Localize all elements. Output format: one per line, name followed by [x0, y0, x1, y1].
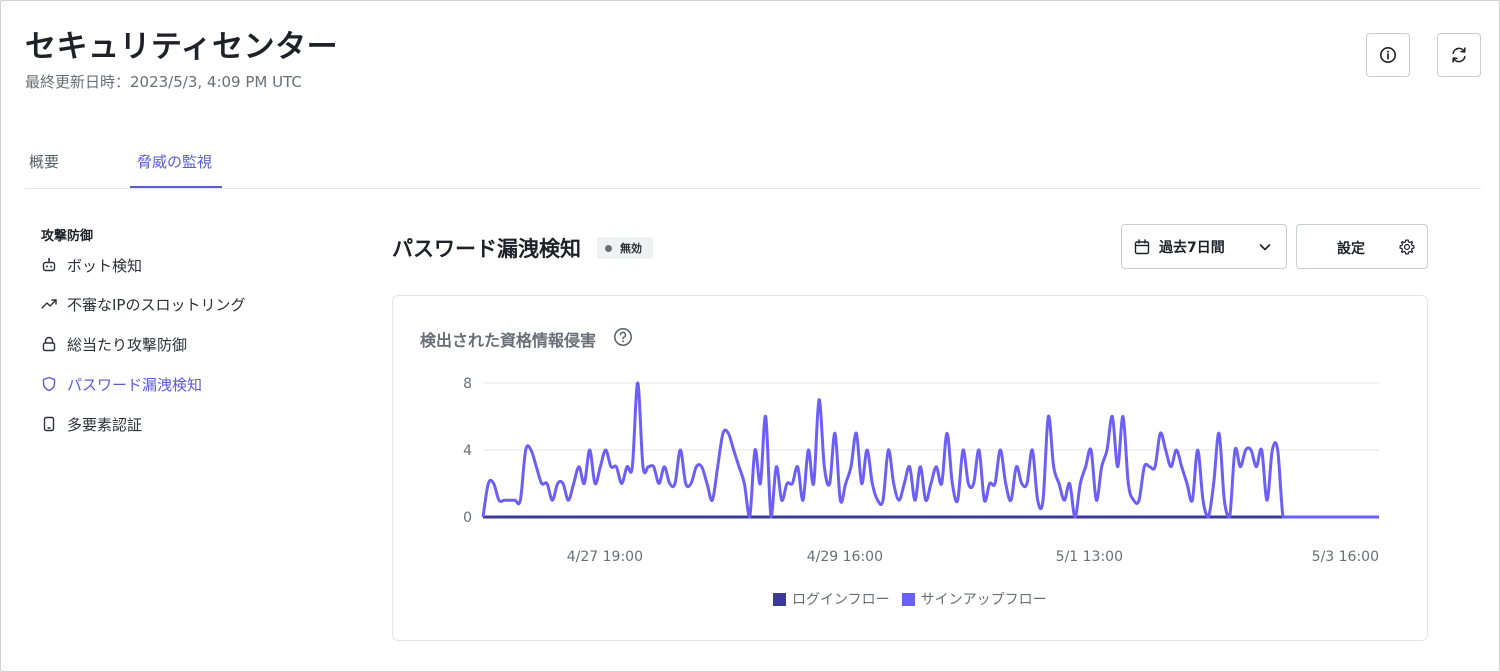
- sidebar-item-breached-password[interactable]: パスワード漏洩検知: [41, 373, 202, 395]
- x-tick-label: 5/1 13:00: [1056, 549, 1123, 565]
- legend-swatch-signup: [901, 592, 915, 606]
- status-badge: 無効: [597, 237, 653, 259]
- lock-icon: [42, 336, 56, 352]
- phone-icon: [43, 416, 55, 432]
- legend-item-signup[interactable]: サインアップフロー: [901, 589, 1047, 609]
- tab-threat-monitoring[interactable]: 脅威の監視: [137, 151, 212, 172]
- sidebar-item-label: パスワード漏洩検知: [67, 375, 203, 394]
- info-icon: [1380, 47, 1396, 63]
- sidebar-item-label: 多要素認証: [67, 415, 143, 434]
- last-updated-text: 最終更新日時：2023/5/3, 4:09 PM UTC: [25, 73, 302, 91]
- y-tick-label: 0: [463, 510, 472, 526]
- chevron-down-icon: [1259, 243, 1271, 250]
- y-tick-label: 4: [463, 443, 472, 459]
- tab-bar: 概要 脅威の監視: [25, 141, 1481, 189]
- refresh-button[interactable]: [1437, 33, 1481, 77]
- legend-label-login: ログインフロー: [792, 592, 890, 608]
- sidebar-item-label: 不審なIPのスロットリング: [67, 295, 246, 314]
- sidebar-item-brute-force[interactable]: 総当たり攻撃防御: [41, 333, 187, 355]
- status-text: 無効: [620, 242, 642, 255]
- chart-legend: ログインフロー サインアップフロー: [773, 589, 1059, 609]
- sidebar-item-label: 総当たり攻撃防御: [67, 335, 188, 354]
- sidebar-item-bot-detection[interactable]: ボット検知: [41, 254, 142, 276]
- legend-item-login[interactable]: ログインフロー: [773, 589, 890, 609]
- x-tick-label: 5/3 16:00: [1312, 549, 1379, 565]
- calendar-icon: [1134, 238, 1150, 254]
- settings-button[interactable]: 設定: [1296, 224, 1428, 269]
- date-range-select[interactable]: 過去7日間: [1121, 224, 1287, 269]
- sidebar-heading: 攻撃防御: [41, 229, 94, 244]
- chart-card: 検出された資格情報侵害 0 4 8 4/27 19:00 4/29 16:00 5/1 1…: [392, 295, 1428, 641]
- info-button[interactable]: [1366, 33, 1410, 77]
- section-title: パスワード漏洩検知: [392, 237, 581, 261]
- tab-overview[interactable]: 概要: [29, 151, 59, 172]
- settings-button-label: 設定: [1337, 241, 1365, 257]
- active-tab-indicator: [130, 186, 222, 188]
- status-dot: [605, 244, 612, 252]
- x-tick-label: 4/29 16:00: [807, 549, 883, 565]
- x-tick-label: 4/27 19:00: [567, 549, 643, 565]
- sidebar-item-label: ボット検知: [67, 256, 143, 275]
- sidebar-item-mfa[interactable]: 多要素認証: [41, 413, 142, 435]
- refresh-icon: [1452, 47, 1466, 63]
- app-window: セキュリティセンター 最終更新日時：2023/5/3, 4:09 PM UTC …: [0, 0, 1500, 672]
- legend-swatch-login: [773, 592, 786, 606]
- gear-icon: [1399, 239, 1415, 255]
- legend-label-signup: サインアップフロー: [920, 592, 1047, 608]
- shield-icon: [42, 376, 56, 392]
- date-range-value: 過去7日間: [1159, 239, 1225, 256]
- robot-icon: [42, 258, 56, 272]
- page-title: セキュリティセンター: [25, 29, 339, 65]
- y-tick-label: 8: [463, 376, 472, 392]
- sidebar-item-ip-throttling[interactable]: 不審なIPのスロットリング: [41, 293, 245, 315]
- trending-up-icon: [41, 299, 57, 309]
